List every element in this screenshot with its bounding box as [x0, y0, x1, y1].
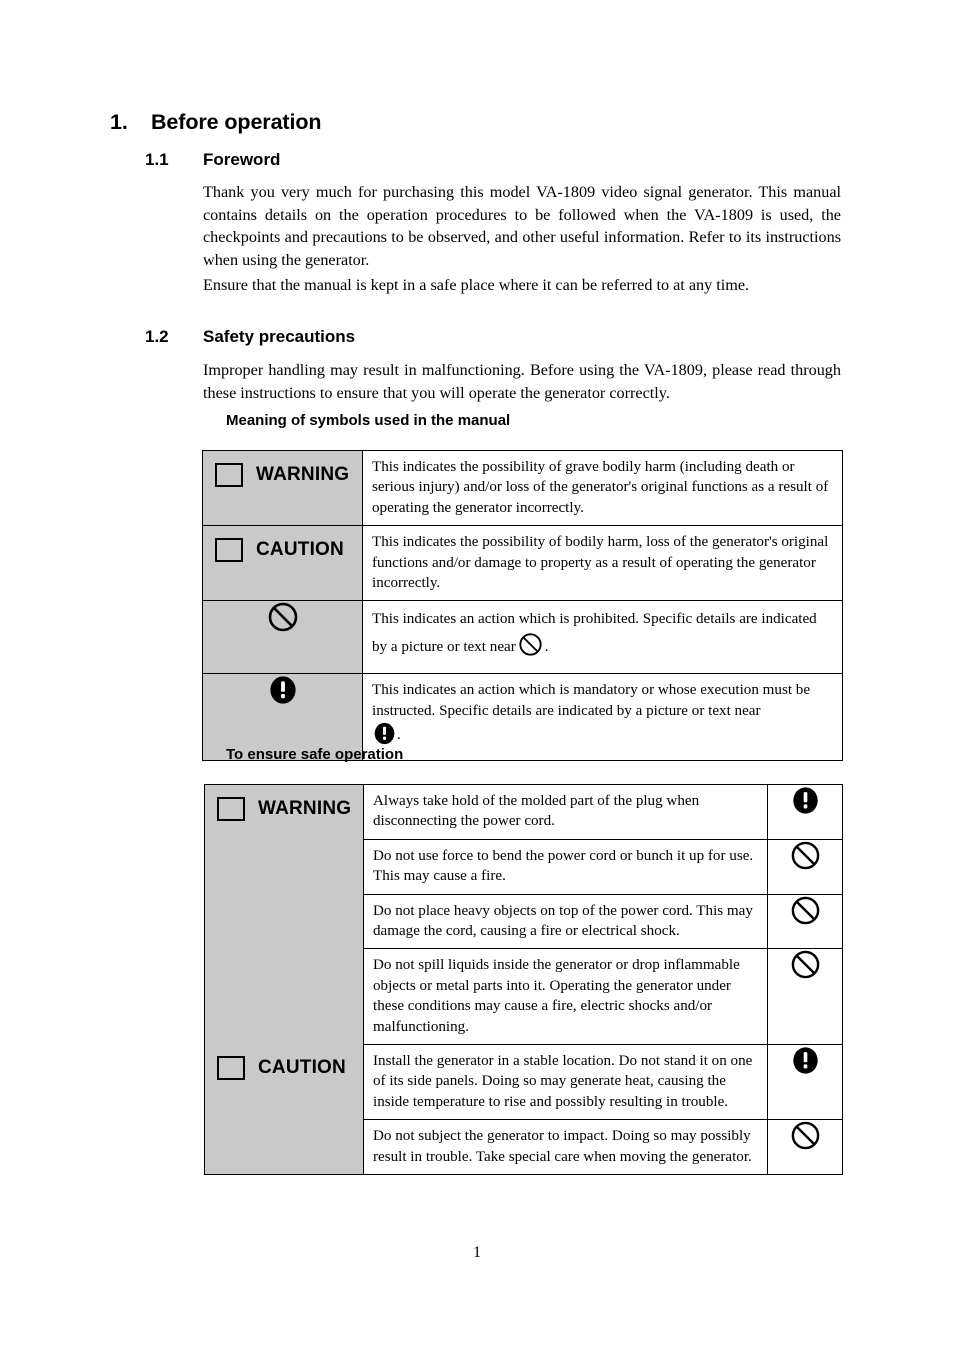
symbols-description-mandatory-part1: This indicates an action which is mandat…	[372, 682, 811, 719]
symbols-description-cell-caution: This indicates the possibility of bodily…	[362, 525, 843, 602]
safe-operation-label-caution: CAUTION	[258, 1056, 346, 1078]
symbols-description-prohibition: This indicates an action which is prohib…	[363, 601, 842, 673]
symbols-description-prohibition-part1: This indicates an action which is prohib…	[372, 611, 817, 656]
safe-operation-icon-cell	[767, 893, 843, 950]
safe-operation-icon-cell	[767, 838, 843, 895]
mandatory-icon	[267, 674, 299, 706]
safety-intro-paragraph: Improper handling may result in malfunct…	[203, 361, 841, 402]
safe-operation-table-heading: To ensure safe operation	[226, 746, 404, 763]
subsection-number-foreword: 1.1	[145, 150, 169, 169]
safe-operation-text-cell: Do not subject the generator to impact. …	[363, 1119, 768, 1176]
section-number: 1.	[110, 110, 128, 134]
symbols-description-cell-warning: This indicates the possibility of grave …	[362, 449, 843, 527]
mandatory-icon	[790, 1045, 821, 1076]
table-row: CAUTION Install the generator in a stabl…	[204, 1044, 843, 1176]
subsection-heading-foreword: 1.1 Foreword	[145, 150, 280, 170]
subsection-heading-safety: 1.2 Safety precautions	[145, 327, 355, 347]
safe-operation-table: WARNING Always take hold of the molded p…	[204, 783, 843, 1176]
prohibition-icon	[518, 632, 543, 666]
safe-operation-text-cell: Install the generator in a stable locati…	[363, 1044, 768, 1121]
subsection-title-safety: Safety precautions	[203, 327, 356, 346]
safe-operation-label-warning: WARNING	[258, 798, 352, 819]
safe-operation-text: Do not subject the generator to impact. …	[373, 1128, 752, 1165]
symbols-description-warning: This indicates the possibility of grave …	[372, 459, 829, 516]
table-row: This indicates an action which is prohib…	[202, 600, 843, 675]
symbols-description-cell-prohibition: This indicates an action which is prohib…	[362, 600, 843, 675]
symbols-label-caution: CAUTION	[256, 539, 344, 561]
symbols-description-caution: This indicates the possibility of bodily…	[372, 534, 829, 592]
symbols-table-heading: Meaning of symbols used in the manual	[226, 412, 511, 429]
page-number: 1	[473, 1244, 481, 1261]
foreword-paragraph-1: Thank you very much for purchasing this …	[203, 183, 841, 269]
prohibition-icon	[790, 949, 821, 980]
symbols-label-warning: WARNING	[256, 464, 350, 485]
symbols-description-mandatory: This indicates an action which is mandat…	[363, 674, 842, 759]
safe-operation-text: Install the generator in a stable locati…	[373, 1053, 753, 1110]
safe-operation-text-cell: Always take hold of the molded part of t…	[363, 784, 768, 840]
safe-operation-icon-cell	[767, 948, 843, 1046]
safe-operation-text: Always take hold of the molded part of t…	[373, 793, 700, 830]
safe-operation-label-cell-caution: CAUTION	[204, 1044, 364, 1176]
square-icon	[215, 463, 243, 487]
square-icon	[215, 538, 243, 563]
subsection-title-foreword: Foreword	[203, 150, 281, 169]
safe-operation-text-cell: Do not place heavy objects on top of the…	[363, 893, 768, 950]
symbols-label-cell-warning: WARNING	[202, 449, 363, 527]
safe-operation-text-cell: Do not spill liquids inside the generato…	[363, 948, 768, 1046]
subsection-number-safety: 1.2	[145, 327, 169, 346]
safe-operation-label-cell-warning: WARNING	[204, 783, 364, 1045]
safe-operation-icon-cell	[767, 784, 843, 840]
prohibition-icon	[790, 840, 821, 871]
square-icon	[217, 1055, 245, 1080]
square-icon	[217, 797, 245, 821]
symbols-label-cell-caution: CAUTION	[202, 525, 363, 602]
safe-operation-text-cell: Do not use force to bend the power cord …	[363, 838, 768, 895]
symbols-table: WARNING This indicates the possibility o…	[202, 449, 843, 761]
section-heading-1: 1. Before operation	[110, 110, 322, 135]
safe-operation-icon-cell	[767, 1044, 843, 1121]
foreword-paragraph-2: Ensure that the manual is kept in a safe…	[203, 276, 750, 294]
table-row: WARNING Always take hold of the molded p…	[204, 783, 843, 1045]
symbols-description-prohibition-part2: .	[544, 639, 549, 656]
mandatory-icon	[790, 785, 821, 816]
safe-operation-icon-cell	[767, 1119, 843, 1176]
table-row: CAUTION This indicates the possibility o…	[202, 525, 843, 602]
table-row: WARNING This indicates the possibility o…	[202, 449, 843, 527]
document-page: 1. Before operation 1.1 Foreword Thank you…	[0, 0, 954, 1351]
safe-operation-text: Do not place heavy objects on top of the…	[373, 902, 753, 940]
prohibition-icon	[790, 1120, 821, 1151]
symbols-description-cell-mandatory: This indicates an action which is mandat…	[362, 673, 843, 761]
prohibition-icon	[790, 895, 821, 926]
safe-operation-text: Do not spill liquids inside the generato…	[373, 957, 740, 1035]
prohibition-icon	[267, 601, 299, 633]
symbols-description-mandatory-part2: .	[397, 727, 401, 744]
section-title: Before operation	[151, 110, 322, 134]
symbols-icon-cell-prohibition	[202, 600, 363, 675]
safe-operation-text: Do not use force to bend the power cord …	[373, 847, 754, 885]
